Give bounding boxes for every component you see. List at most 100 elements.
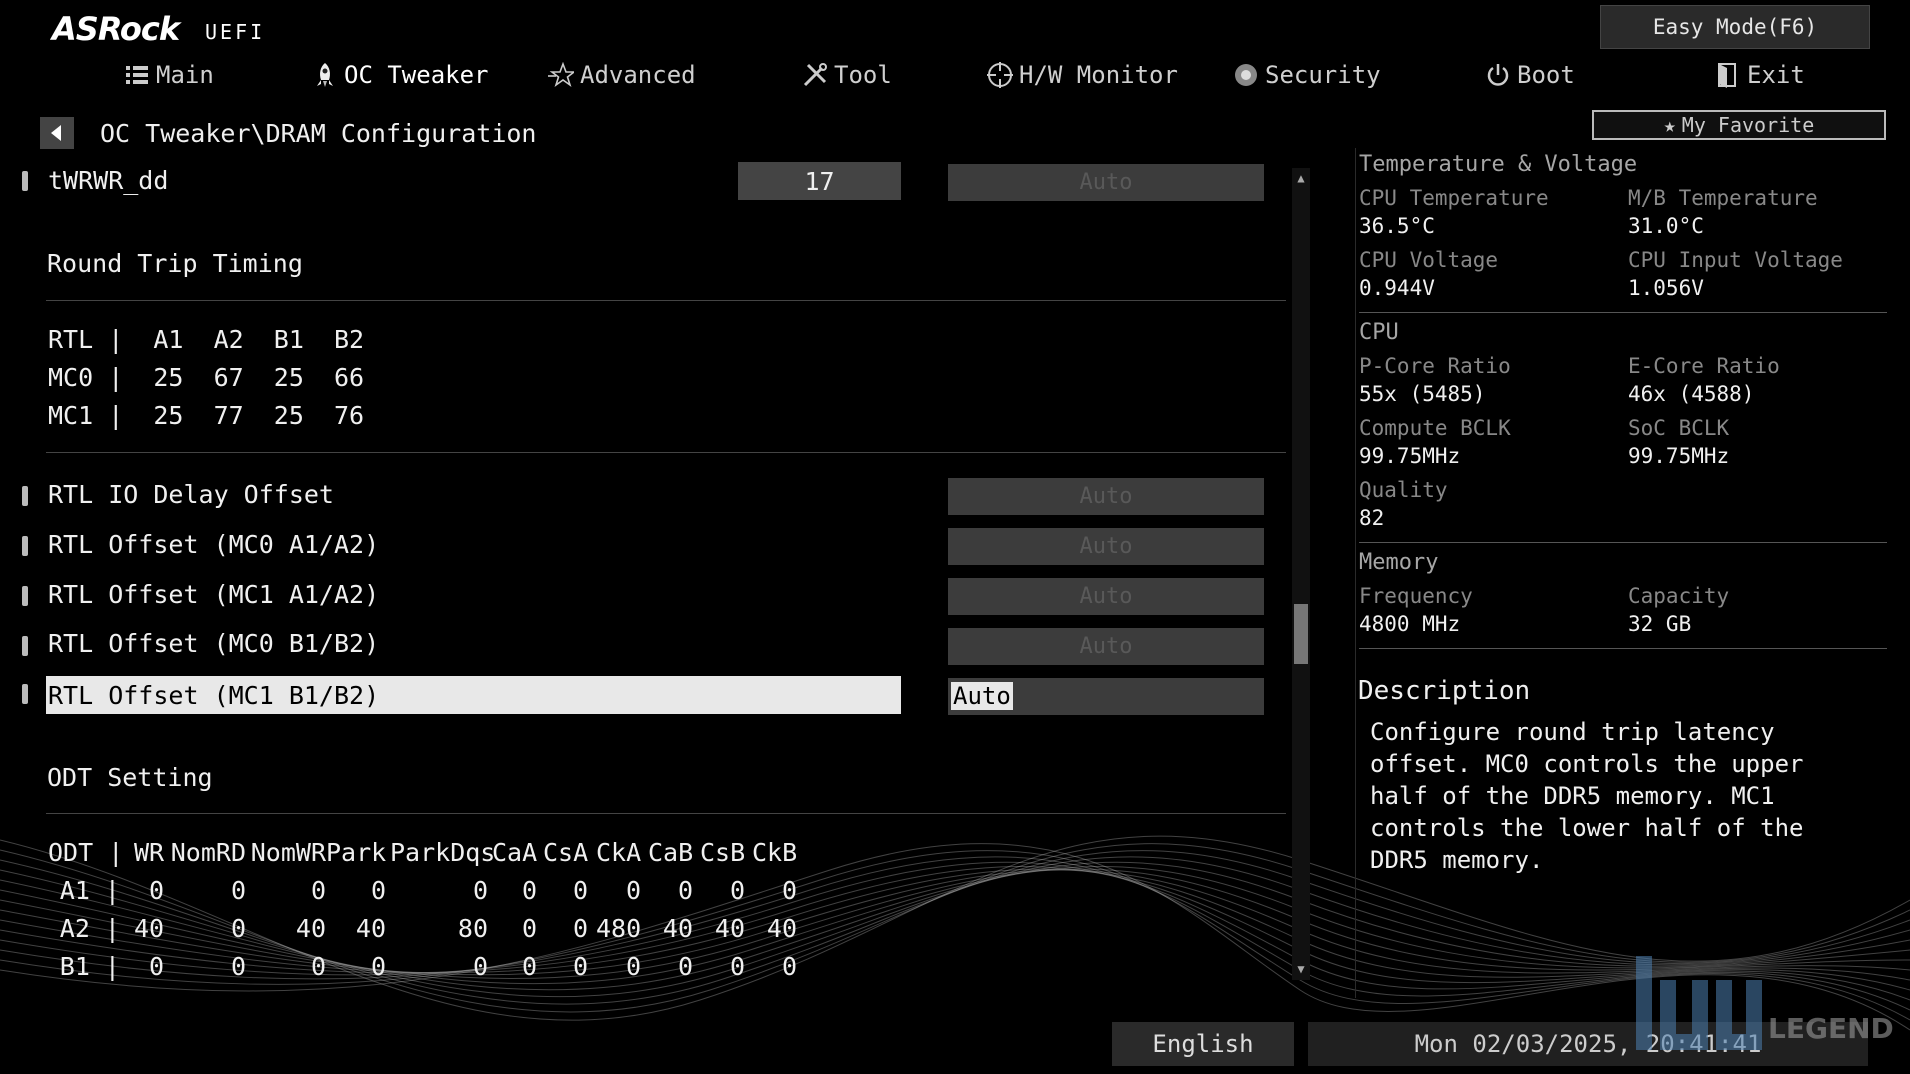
list-icon: [126, 66, 148, 84]
item-bullet: [22, 171, 28, 191]
frequency-value: 4800 MHz: [1359, 612, 1461, 636]
compute-bclk-label: Compute BCLK: [1359, 416, 1511, 440]
rtl-table-row: MC0 | 25 67 25 66: [48, 363, 365, 392]
crosshair-icon: [987, 62, 1013, 88]
divider: [1359, 312, 1887, 313]
odt-cell: 0: [572, 876, 588, 905]
tools-icon: [803, 63, 827, 87]
tab-label: H/W Monitor: [1019, 61, 1178, 89]
arrow-left-icon: [51, 125, 61, 141]
easy-mode-button[interactable]: Easy Mode(F6): [1600, 5, 1870, 49]
asrock-logo: ASRock: [52, 10, 180, 48]
cpu-input-voltage-value: 1.056V: [1628, 276, 1704, 300]
odt-header-cell: CkA: [596, 838, 642, 867]
capacity-value: 32 GB: [1628, 612, 1692, 636]
rtl-offset-mc1-a-option[interactable]: Auto: [948, 578, 1264, 615]
rtl-offset-mc0-b-label[interactable]: RTL Offset (MC0 B1/B2): [48, 629, 379, 658]
odt-cell: 0: [310, 952, 326, 981]
quality-value: 82: [1359, 506, 1385, 530]
odt-header-cell: ParkDqs: [390, 838, 496, 867]
pcore-ratio-label: P-Core Ratio: [1359, 354, 1511, 378]
odt-cell: 0: [370, 952, 386, 981]
odt-cell: 40: [714, 914, 745, 943]
power-icon: [1487, 64, 1509, 86]
item-bullet: [22, 684, 28, 704]
cpu-voltage-label: CPU Voltage: [1359, 248, 1499, 272]
tab-advanced[interactable]: Advanced: [548, 58, 696, 92]
language-button[interactable]: English: [1112, 1022, 1294, 1066]
star-icon: ★: [1663, 113, 1676, 137]
tab-hw-monitor[interactable]: H/W Monitor: [987, 58, 1178, 92]
back-button[interactable]: [40, 117, 74, 149]
twrwr-label: tWRWR_dd: [48, 166, 169, 195]
odt-cell: B1 |: [59, 952, 120, 981]
description-text: Configure round trip latency offset. MC0…: [1370, 718, 1804, 874]
tab-security[interactable]: Security: [1233, 58, 1381, 92]
rtl-offset-mc0-a-label[interactable]: RTL Offset (MC0 A1/A2): [48, 530, 379, 559]
divider: [46, 452, 1286, 453]
divider: [46, 300, 1286, 301]
odt-cell: A1 |: [59, 876, 120, 905]
odt-cell: 80: [457, 914, 488, 943]
compute-bclk-value: 99.75MHz: [1359, 444, 1461, 468]
odt-cell: 0: [370, 876, 386, 905]
tab-main[interactable]: Main: [124, 58, 214, 92]
twrwr-option[interactable]: Auto: [948, 164, 1264, 201]
tab-label: OC Tweaker: [344, 61, 489, 89]
quality-label: Quality: [1359, 478, 1448, 502]
tab-oc-tweaker[interactable]: OC Tweaker: [312, 58, 489, 92]
scrollbar-thumb[interactable]: [1294, 604, 1308, 664]
rtl-offset-mc1-b-label-selected[interactable]: RTL Offset (MC1 B1/B2): [46, 676, 901, 714]
odt-cell: 0: [729, 876, 745, 905]
scroll-down-icon[interactable]: ▼: [1294, 962, 1308, 976]
cpu-temp-value: 36.5°C: [1359, 214, 1435, 238]
odt-cell: 0: [781, 952, 797, 981]
rocket-icon: [317, 63, 333, 87]
rtl-offset-mc1-b-option[interactable]: Auto: [948, 678, 1264, 715]
star-icon: [548, 62, 574, 88]
description-title: Description: [1358, 676, 1531, 706]
cpu-voltage-value: 0.944V: [1359, 276, 1435, 300]
ecore-ratio-label: E-Core Ratio: [1628, 354, 1780, 378]
odt-cell: 0: [625, 876, 641, 905]
tab-tool[interactable]: Tool: [802, 58, 892, 92]
odt-cell: 480: [596, 914, 642, 943]
rtl-io-delay-label[interactable]: RTL IO Delay Offset: [48, 480, 334, 509]
rtl-offset-mc0-a-option[interactable]: Auto: [948, 528, 1264, 565]
cpu-temp-label: CPU Temperature: [1359, 186, 1549, 210]
odt-cell: 0: [572, 914, 588, 943]
odt-cell: 0: [677, 876, 693, 905]
tab-boot[interactable]: Boot: [1485, 58, 1575, 92]
tab-exit[interactable]: Exit: [1715, 58, 1805, 92]
pcore-ratio-value: 55x (5485): [1359, 382, 1486, 406]
tab-label: Main: [156, 61, 214, 89]
odt-cell: 0: [148, 952, 164, 981]
temp-voltage-title: Temperature & Voltage: [1359, 152, 1638, 177]
rtl-offset-mc0-b-option[interactable]: Auto: [948, 628, 1264, 665]
odt-cell: 0: [472, 952, 488, 981]
odt-header-cell: ODT |: [48, 838, 124, 867]
odt-cell: 0: [230, 914, 246, 943]
odt-header-cell: NomRD: [170, 838, 246, 867]
odt-cell: 0: [521, 876, 537, 905]
odt-cell: 0: [521, 952, 537, 981]
odt-cell: A2 |: [59, 914, 120, 943]
cpu-title: CPU: [1359, 320, 1399, 345]
ecore-ratio-value: 46x (4588): [1628, 382, 1755, 406]
odt-header-cell: WR: [134, 838, 165, 867]
odt-header-cell: Park: [326, 838, 387, 867]
odt-cell: 0: [310, 876, 326, 905]
soc-bclk-value: 99.75MHz: [1628, 444, 1730, 468]
tab-label: Security: [1265, 61, 1381, 89]
rtl-offset-mc1-b-option-value: Auto: [951, 682, 1013, 710]
rtl-table-row: MC1 | 25 77 25 76: [48, 401, 365, 430]
scroll-up-icon[interactable]: ▲: [1294, 171, 1308, 185]
section-title-round-trip: Round Trip Timing: [47, 249, 303, 278]
rtl-io-delay-option[interactable]: Auto: [948, 478, 1264, 515]
scrollbar-track[interactable]: [1292, 168, 1310, 980]
rtl-offset-mc1-a-label[interactable]: RTL Offset (MC1 A1/A2): [48, 580, 379, 609]
my-favorite-button[interactable]: ★ My Favorite: [1592, 110, 1886, 140]
cpu-input-voltage-label: CPU Input Voltage: [1628, 248, 1843, 272]
legend-watermark-logo: LEGEND: [1636, 956, 1894, 1050]
odt-table: ODT | WR NomRD NomWR Park ParkDqs CaA Cs…: [0, 838, 820, 998]
